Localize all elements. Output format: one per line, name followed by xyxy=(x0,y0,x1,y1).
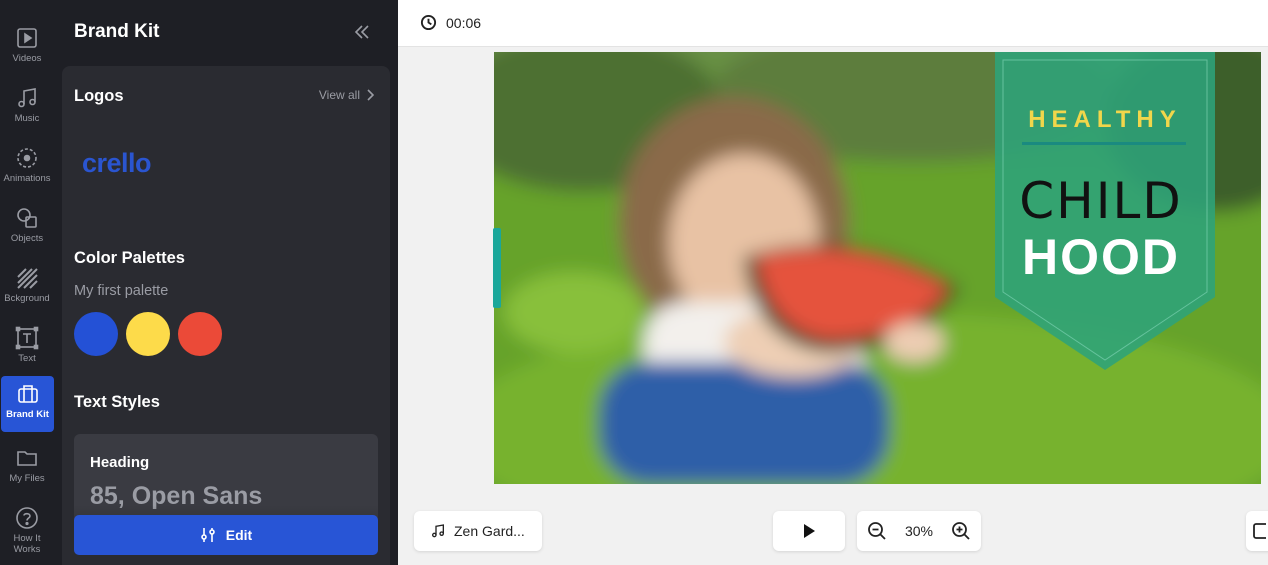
rail-item-music[interactable]: Music xyxy=(0,80,54,136)
music-note-icon xyxy=(432,524,444,538)
rail-label-music: Music xyxy=(14,113,40,124)
rail-label-background: Bckground xyxy=(4,293,50,304)
rail-label-text: Text xyxy=(18,353,36,364)
color-palettes-title: Color Palettes xyxy=(74,249,185,267)
briefcase-icon xyxy=(17,385,38,403)
panel-toggle-icon xyxy=(1253,523,1266,539)
left-rail: Videos Music Animations Objects Bckgroun… xyxy=(0,0,62,565)
right-panel-button[interactable] xyxy=(1246,511,1268,551)
headline-top[interactable]: HEALTHY xyxy=(995,106,1215,134)
palette-name: My first palette xyxy=(74,283,169,299)
rail-item-background[interactable]: Bckground xyxy=(0,260,54,316)
headline-mid[interactable]: CHILD xyxy=(995,172,1207,230)
edit-button[interactable]: Edit xyxy=(74,515,378,555)
zoom-in-icon[interactable] xyxy=(951,521,971,541)
rail-label-brand-kit: Brand Kit xyxy=(6,409,49,420)
video-canvas[interactable]: HEALTHY CHILD HOOD xyxy=(494,52,1261,484)
clock-icon xyxy=(420,14,437,31)
play-square-icon xyxy=(17,28,37,48)
rail-item-animations[interactable]: Animations xyxy=(0,140,54,196)
color-swatch-3[interactable] xyxy=(178,312,222,356)
music-note-icon xyxy=(18,88,36,108)
rail-label-videos: Videos xyxy=(12,53,42,64)
brand-logo[interactable]: crello xyxy=(82,148,152,179)
collapse-panel-icon[interactable] xyxy=(352,22,372,42)
text-styles-title: Text Styles xyxy=(74,393,160,411)
canvas-resize-handle[interactable] xyxy=(493,228,501,308)
top-bar: 00:06 xyxy=(398,0,1268,47)
music-track-label: Zen Gard... xyxy=(454,523,525,539)
headline-bottom[interactable]: HOOD xyxy=(995,228,1207,286)
zoom-level: 30% xyxy=(904,523,934,539)
timer: 00:06 xyxy=(420,14,481,31)
animation-icon xyxy=(17,148,37,168)
view-all-label: View all xyxy=(318,88,360,102)
rail-item-how-it-works[interactable]: How It Works xyxy=(0,500,54,560)
folder-icon xyxy=(17,451,37,466)
panel-title: Brand Kit xyxy=(74,21,160,42)
play-icon xyxy=(804,524,815,538)
zoom-out-icon[interactable] xyxy=(867,521,887,541)
rail-item-brand-kit[interactable]: Brand Kit xyxy=(1,376,54,432)
chevron-right-icon xyxy=(367,89,374,101)
rail-label-animations: Animations xyxy=(3,173,51,184)
timer-value: 00:06 xyxy=(446,14,482,31)
rail-label-how-it-works: How It Works xyxy=(13,533,41,555)
rail-item-text[interactable]: Text xyxy=(0,320,54,376)
shapes-icon xyxy=(17,208,37,228)
text-icon xyxy=(15,326,39,350)
play-button[interactable] xyxy=(773,511,845,551)
help-icon xyxy=(16,507,38,529)
rail-label-my-files: My Files xyxy=(9,473,45,484)
panel-body: Logos View all crello Color Palettes My … xyxy=(62,66,390,565)
rail-item-my-files[interactable]: My Files xyxy=(0,440,54,496)
rail-item-objects[interactable]: Objects xyxy=(0,200,54,256)
stripes-icon xyxy=(17,268,38,289)
music-track-button[interactable]: Zen Gard... xyxy=(414,511,542,551)
zoom-control: 30% xyxy=(857,511,981,551)
color-swatch-1[interactable] xyxy=(74,312,118,356)
logos-title: Logos xyxy=(74,87,124,105)
sliders-icon xyxy=(200,528,215,542)
rail-label-objects: Objects xyxy=(10,233,44,244)
color-swatch-2[interactable] xyxy=(126,312,170,356)
edit-label: Edit xyxy=(225,527,253,543)
brand-kit-panel: Brand Kit Logos View all crello Color Pa… xyxy=(62,0,398,565)
view-all-logos-link[interactable]: View all xyxy=(319,88,374,102)
rail-item-videos[interactable]: Videos xyxy=(0,20,54,76)
text-style-label: Heading xyxy=(90,454,150,471)
